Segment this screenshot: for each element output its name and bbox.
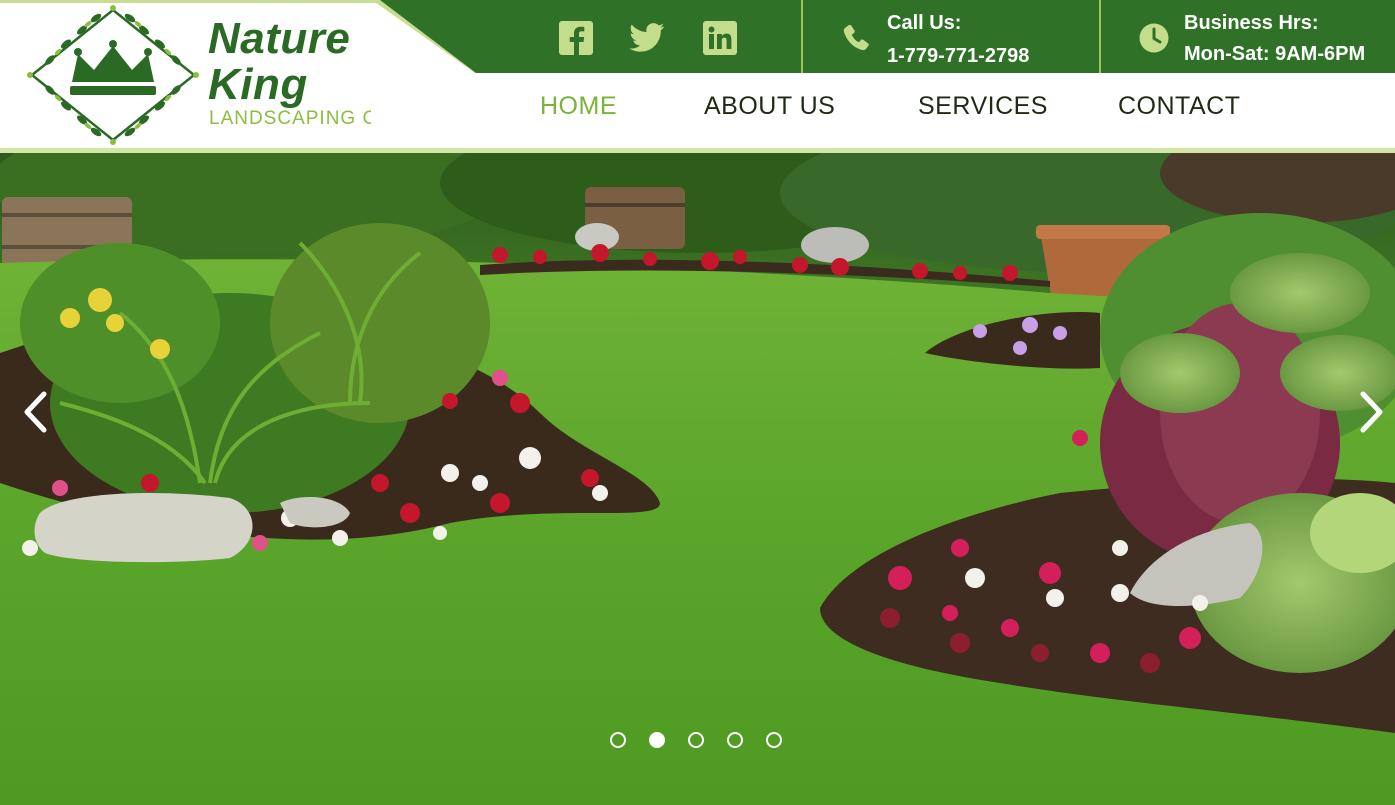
slide-indicators (610, 732, 782, 750)
slide-dot[interactable] (727, 732, 743, 748)
main-nav: HOME ABOUT US SERVICES CONTACT (0, 92, 1395, 132)
phone-label: Call Us: (887, 12, 962, 34)
top-bar-divider (801, 0, 803, 73)
twitter-icon[interactable] (629, 20, 665, 56)
phone-number[interactable]: 1-779-771-2798 (887, 41, 1029, 72)
nav-item-services[interactable]: SERVICES (918, 92, 1048, 121)
top-contact-bar: Call Us: 1-779-771-2798 Business Hrs: Mo… (372, 0, 1395, 73)
nav-item-home[interactable]: HOME (540, 92, 617, 121)
nav-item-contact[interactable]: CONTACT (1118, 92, 1240, 121)
chevron-left-icon[interactable] (15, 387, 55, 437)
facebook-icon[interactable] (558, 20, 594, 56)
chevron-right-icon[interactable] (1352, 387, 1392, 437)
hours-value: Mon-Sat: 9AM-6PM (1184, 43, 1366, 65)
site-header: Nature King LANDSCAPING CO (0, 0, 1395, 153)
slide-dot-active[interactable] (649, 732, 665, 748)
hero-slider[interactable] (0, 153, 1395, 805)
clock-icon (1139, 23, 1169, 53)
hours-label: Business Hrs: (1184, 12, 1319, 34)
slide-dot[interactable] (766, 732, 782, 748)
top-bar-divider (1099, 0, 1101, 73)
nav-item-about-us[interactable]: ABOUT US (704, 92, 835, 121)
brand-name-line1: Nature (208, 14, 351, 63)
linkedin-icon[interactable] (702, 20, 738, 56)
slide-dot[interactable] (610, 732, 626, 748)
phone-icon (843, 24, 869, 51)
garden-slide-image (0, 153, 1395, 805)
slide-dot[interactable] (688, 732, 704, 748)
